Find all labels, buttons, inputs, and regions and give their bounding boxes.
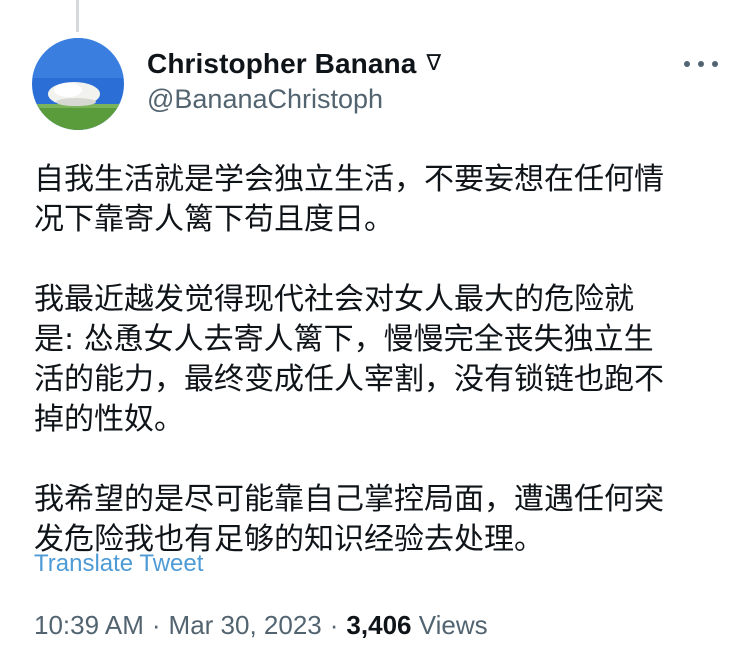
tweet-meta: 10:39 AM · Mar 30, 2023 · 3,406 Views bbox=[34, 610, 488, 641]
author-name-row[interactable]: Christopher Banana ∇ bbox=[147, 44, 441, 84]
thread-connector-line bbox=[76, 0, 79, 32]
tweet-text-line: 是: 怂恿女人去寄人篱下，慢慢完全丧失独立生 bbox=[34, 322, 654, 357]
separator-dot: · bbox=[329, 610, 339, 640]
nabla-badge-icon: ∇ bbox=[426, 51, 442, 76]
tweet-text-line: 我最近越发觉得现代社会对女人最大的危险就 bbox=[34, 282, 634, 317]
author-handle[interactable]: @BananaChristoph bbox=[147, 84, 383, 115]
tweet-text-line: 掉的性奴。 bbox=[34, 402, 184, 437]
tweet-detail: Christopher Banana ∇ @BananaChristoph 自我… bbox=[0, 0, 750, 670]
more-horizontal-icon bbox=[698, 61, 704, 67]
tweet-paragraph: 我最近越发觉得现代社会对女人最大的危险就 是: 怂恿女人去寄人篱下，慢慢完全丧失独… bbox=[34, 280, 734, 440]
views-count[interactable]: 3,406 bbox=[346, 610, 411, 640]
more-horizontal-icon bbox=[712, 61, 718, 67]
avatar[interactable] bbox=[32, 38, 124, 130]
tweet-time[interactable]: 10:39 AM bbox=[34, 610, 144, 640]
tweet-text-line: 自我生活就是学会独立生活，不要妄想在任何情 bbox=[34, 162, 664, 197]
tweet-paragraph: 自我生活就是学会独立生活，不要妄想在任何情 况下靠寄人篱下苟且度日。 bbox=[34, 160, 734, 240]
tweet-date[interactable]: Mar 30, 2023 bbox=[169, 610, 322, 640]
avatar-image bbox=[32, 38, 124, 130]
tweet-text-line: 况下靠寄人篱下苟且度日。 bbox=[34, 202, 394, 237]
translate-tweet-link[interactable]: Translate Tweet bbox=[34, 550, 203, 578]
views-label[interactable]: Views bbox=[419, 610, 488, 640]
separator-dot: · bbox=[151, 610, 161, 640]
author-display-name[interactable]: Christopher Banana bbox=[147, 48, 416, 80]
tweet-text: 自我生活就是学会独立生活，不要妄想在任何情 况下靠寄人篱下苟且度日。我最近越发觉得… bbox=[34, 160, 734, 600]
tweet-text-line: 活的能力，最终变成任人宰割，没有锁链也跑不 bbox=[34, 362, 664, 397]
tweet-paragraph: 我希望的是尽可能靠自己掌控局面，遭遇任何突 发危险我也有足够的知识经验去处理。 bbox=[34, 480, 734, 560]
more-options-button[interactable] bbox=[684, 52, 718, 76]
tweet-text-line: 我希望的是尽可能靠自己掌控局面，遭遇任何突 bbox=[34, 482, 664, 517]
more-horizontal-icon bbox=[684, 61, 690, 67]
